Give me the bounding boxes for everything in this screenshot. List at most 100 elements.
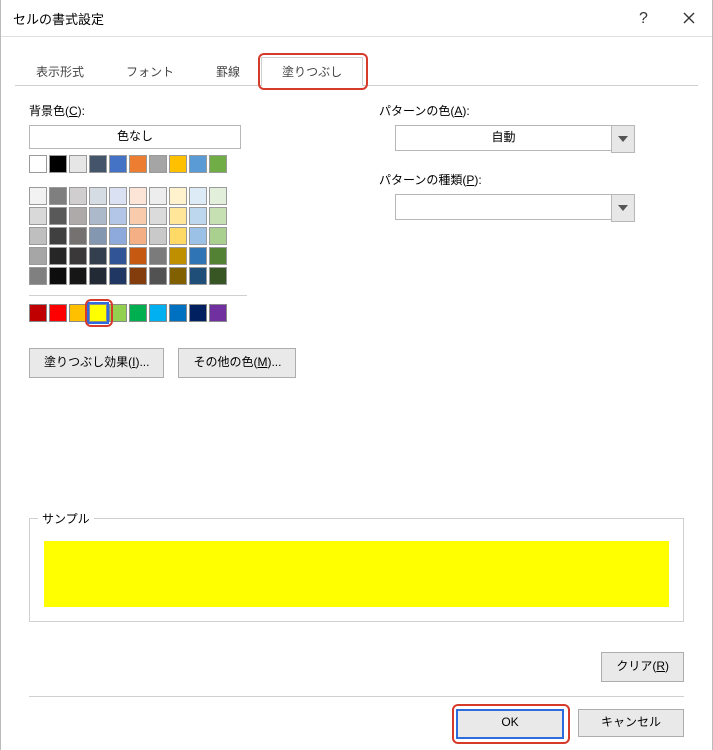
pattern-section: パターンの色(A): 自動 パターンの種類(P): [379, 102, 684, 378]
color-swatch[interactable] [149, 155, 167, 173]
color-swatch[interactable] [209, 187, 227, 205]
color-swatch[interactable] [149, 247, 167, 265]
color-swatch[interactable] [69, 187, 87, 205]
fill-effects-button[interactable]: 塗りつぶし効果(I)... [29, 348, 164, 378]
color-swatch[interactable] [149, 187, 167, 205]
standard-color-swatch[interactable] [209, 304, 227, 322]
color-swatch[interactable] [189, 207, 207, 225]
color-swatch[interactable] [49, 207, 67, 225]
no-color-button[interactable]: 色なし [29, 125, 241, 149]
color-swatch[interactable] [89, 227, 107, 245]
color-swatch[interactable] [29, 187, 47, 205]
color-swatch[interactable] [29, 247, 47, 265]
pattern-type-combo[interactable] [395, 194, 635, 222]
color-swatch[interactable] [209, 207, 227, 225]
standard-color-swatch[interactable] [169, 304, 187, 322]
color-swatch[interactable] [209, 247, 227, 265]
color-swatch[interactable] [169, 247, 187, 265]
pattern-color-combo[interactable]: 自動 [395, 125, 635, 153]
cancel-button[interactable]: キャンセル [578, 709, 684, 737]
theme-color-grid [29, 187, 329, 285]
pattern-color-dropdown-button[interactable] [611, 125, 635, 153]
help-button[interactable]: ? [620, 0, 666, 36]
color-swatch[interactable] [129, 155, 147, 173]
standard-color-swatch[interactable] [109, 304, 127, 322]
color-swatch[interactable] [69, 207, 87, 225]
color-swatch[interactable] [129, 207, 147, 225]
color-swatch[interactable] [209, 227, 227, 245]
color-swatch[interactable] [49, 155, 67, 173]
color-swatch[interactable] [69, 267, 87, 285]
color-swatch[interactable] [129, 267, 147, 285]
background-color-section: 背景色(C): 色なし 塗りつぶし効果(I)... その他の色(M)... [29, 102, 329, 378]
color-swatch[interactable] [29, 267, 47, 285]
color-swatch[interactable] [109, 187, 127, 205]
color-swatch[interactable] [69, 227, 87, 245]
color-swatch[interactable] [129, 247, 147, 265]
standard-color-swatch[interactable] [189, 304, 207, 322]
color-swatch[interactable] [189, 247, 207, 265]
color-swatch[interactable] [89, 187, 107, 205]
pattern-color-label: パターンの色(A): [379, 102, 684, 119]
color-swatch[interactable] [169, 155, 187, 173]
color-swatch[interactable] [29, 227, 47, 245]
footer-divider [29, 696, 684, 697]
pattern-type-dropdown-button[interactable] [611, 194, 635, 222]
color-swatch[interactable] [169, 227, 187, 245]
standard-color-swatch[interactable] [69, 304, 87, 322]
color-swatch[interactable] [169, 267, 187, 285]
color-swatch[interactable] [69, 155, 87, 173]
tab-number-format[interactable]: 表示形式 [15, 57, 105, 86]
ok-button[interactable]: OK [456, 709, 564, 739]
color-swatch[interactable] [89, 155, 107, 173]
standard-color-row [29, 304, 329, 322]
background-color-label: 背景色(C): [29, 102, 329, 119]
color-swatch[interactable] [209, 155, 227, 173]
color-swatch[interactable] [149, 267, 167, 285]
sample-section: サンプル [29, 518, 684, 622]
standard-color-swatch[interactable] [89, 304, 107, 322]
color-swatch[interactable] [109, 155, 127, 173]
color-swatch[interactable] [49, 227, 67, 245]
standard-color-swatch[interactable] [49, 304, 67, 322]
standard-color-swatch[interactable] [129, 304, 147, 322]
pattern-type-value [395, 194, 612, 220]
clear-button[interactable]: クリア(R) [601, 652, 684, 682]
dialog-title: セルの書式設定 [13, 9, 104, 28]
tab-strip: 表示形式 フォント 罫線 塗りつぶし [15, 51, 698, 86]
close-button[interactable] [666, 0, 712, 36]
color-swatch[interactable] [89, 247, 107, 265]
color-swatch[interactable] [49, 187, 67, 205]
color-swatch[interactable] [189, 267, 207, 285]
color-swatch[interactable] [89, 267, 107, 285]
color-swatch[interactable] [109, 227, 127, 245]
tab-font[interactable]: フォント [105, 57, 195, 86]
sample-preview [44, 541, 669, 607]
color-swatch[interactable] [29, 207, 47, 225]
color-swatch[interactable] [129, 187, 147, 205]
color-swatch[interactable] [189, 155, 207, 173]
color-swatch[interactable] [89, 207, 107, 225]
color-swatch[interactable] [209, 267, 227, 285]
color-swatch[interactable] [189, 227, 207, 245]
color-swatch[interactable] [109, 267, 127, 285]
tab-fill[interactable]: 塗りつぶし [261, 57, 363, 86]
tab-border[interactable]: 罫線 [195, 57, 261, 86]
sample-label: サンプル [38, 510, 94, 527]
standard-color-swatch[interactable] [29, 304, 47, 322]
color-swatch[interactable] [29, 155, 47, 173]
color-swatch[interactable] [189, 187, 207, 205]
color-swatch[interactable] [169, 207, 187, 225]
color-swatch[interactable] [109, 207, 127, 225]
more-colors-button[interactable]: その他の色(M)... [178, 348, 296, 378]
color-swatch[interactable] [169, 187, 187, 205]
color-swatch[interactable] [129, 227, 147, 245]
color-swatch[interactable] [69, 247, 87, 265]
color-swatch[interactable] [149, 227, 167, 245]
color-swatch[interactable] [109, 247, 127, 265]
color-swatch[interactable] [49, 267, 67, 285]
pattern-color-value: 自動 [395, 125, 612, 151]
color-swatch[interactable] [49, 247, 67, 265]
color-swatch[interactable] [149, 207, 167, 225]
standard-color-swatch[interactable] [149, 304, 167, 322]
